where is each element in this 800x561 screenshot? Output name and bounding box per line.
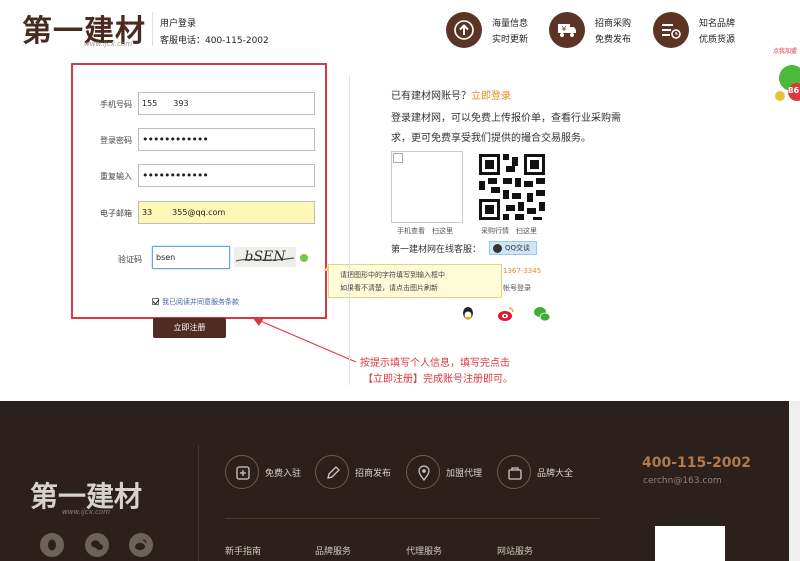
floating-join-ad[interactable]: 点我加盟 86 [770,46,800,112]
page: 第一建材 www.ijcx.com 用户登录 客服电话：400-115-2002… [0,0,800,561]
site-logo[interactable]: 第一建材 www.ijcx.com [22,6,147,50]
repeat-password-input[interactable]: •••••••••••• [138,164,315,187]
phone-label: 手机号码 [100,100,132,109]
tooltip-line2: 如果看不清楚，请点击图片刷新 [340,284,438,292]
email-label: 电子邮箱 [100,209,132,218]
captcha-input[interactable]: bsen [152,246,230,269]
float-ad-text: 点我加盟 [772,48,797,55]
mobile-qr-placeholder [391,151,463,223]
weibo-login-icon[interactable] [497,305,515,323]
tooltip-line1: 请把图形中的字符填写到输入框中 [340,271,445,279]
tooltip-arrow [323,265,329,271]
register-button[interactable]: 立即注册 [153,318,226,338]
agree-terms[interactable]: 我已阅读并同意服务条款 [152,297,239,307]
captcha-image[interactable]: bSEN [234,247,296,267]
annotation-text: 按提示填写个人信息，填写完点击 【立即注册】完成账号注册即可。 [360,356,560,388]
page-scrollbar[interactable] [789,401,800,561]
purchase-qr-caption: 采购行情 扫这里 [481,227,537,235]
annotation-arrow [252,317,357,363]
captcha-tooltip: 请把图形中的字符填写到输入框中 如果看不清楚，请点击图片刷新 [323,264,502,298]
footer-email[interactable]: cerchn@163.com [643,476,722,486]
footer-item-label: 加盟代理 [446,469,483,479]
agree-text: 我已阅读并同意服务条款 [162,298,239,306]
footer-horizontal-divider [225,518,600,519]
site-header: 第一建材 www.ijcx.com 用户登录 客服电话：400-115-2002… [0,0,800,60]
footer-nav-guide[interactable]: 新手指南 [225,544,261,557]
footer-qr-code [655,526,725,561]
feature-line2: 优质货源 [699,35,736,45]
footer-divider [198,445,199,561]
service-phone-partial: 1367-3345 [503,267,542,275]
footer-qq-icon[interactable] [40,533,64,557]
list-clock-icon [653,12,689,48]
login-title: 用户登录 [160,19,197,29]
login-link[interactable]: 立即登录 [471,91,511,102]
other-login-label: 帐号登录 [503,284,531,292]
footer-item-label: 品牌大全 [537,469,574,479]
float-ad-graphic [775,65,800,101]
purchase-qr-code [476,151,548,223]
truck-money-icon: ¥ [549,12,585,48]
footer-nav-agency[interactable]: 代理服务 [406,544,442,557]
repeat-password-label: 重复输入 [100,172,132,181]
store-icon [225,455,259,489]
bag-icon [497,455,531,489]
vertical-divider [349,75,350,385]
float-ad-number: 86 [788,86,800,95]
footer-wechat-icon[interactable] [85,533,109,557]
qq-chat-button[interactable]: QQ交谈 [489,241,537,255]
captcha-image-text: bSEN [244,249,286,265]
footer-logo-url: www.ijcx.com [62,508,111,516]
feature-line1: 知名品牌 [699,19,736,29]
svg-text:¥: ¥ [562,25,567,33]
edit-icon [315,455,349,489]
phone-input[interactable]: 155 393 [138,92,315,115]
feature-line1: 招商采购 [595,19,632,29]
intro-text: 登录建材网，可以免费上传报价单，查看行业采购需求，更可免费享受我们提供的撮合交易… [391,113,621,144]
footer-weibo-icon[interactable] [129,533,153,557]
service-phone: 客服电话：400-115-2002 [160,36,269,46]
header-divider [152,12,153,46]
qq-button-label: QQ交谈 [505,244,531,252]
upload-icon [446,12,482,48]
agree-checkbox[interactable] [152,298,159,305]
footer-item-label: 招商发布 [355,469,392,479]
password-label: 登录密码 [100,136,132,145]
password-input[interactable]: •••••••••••• [138,128,315,151]
feature-line2: 免费发布 [595,35,632,45]
broken-image-icon [393,153,403,163]
qq-login-icon[interactable] [459,305,477,323]
feature-line2: 实时更新 [492,35,529,45]
has-account-text: 已有建材网账号？立即登录 [391,87,511,102]
footer-nav-site[interactable]: 网站服务 [497,544,533,557]
wechat-login-icon[interactable] [533,305,551,323]
qq-icon [493,244,502,253]
footer-phone: 400-115-2002 [642,455,752,471]
success-icon [300,254,308,262]
annotation-line1: 按提示填写个人信息，填写完点击 [360,358,510,369]
footer-nav-brand[interactable]: 品牌服务 [315,544,351,557]
logo-url: www.ijcx.com [84,40,133,48]
captcha-label: 验证码 [118,255,142,264]
feature-line1: 海量信息 [492,19,529,29]
location-icon [406,455,440,489]
mobile-qr-caption: 手机查看 扫这里 [397,227,453,235]
footer-item-label: 免费入驻 [265,469,302,479]
online-service-label: 第一建材网在线客服： [391,245,482,255]
annotation-line2: 【立即注册】完成账号注册即可。 [363,374,513,385]
email-input[interactable]: 33 355@qq.com [138,201,315,224]
has-account-label: 已有建材网账号？ [391,91,471,102]
